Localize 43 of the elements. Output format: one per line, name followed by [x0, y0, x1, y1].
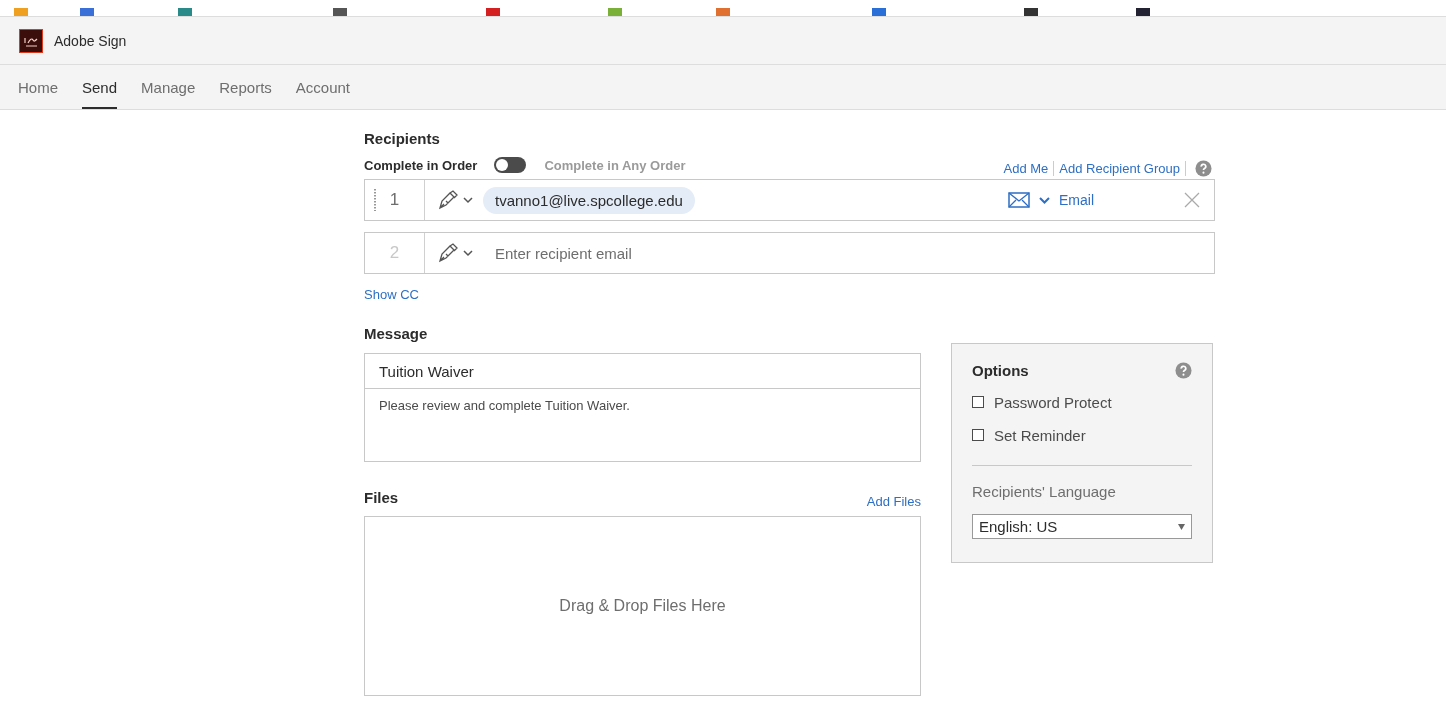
caret-icon[interactable] — [463, 196, 473, 204]
caret-icon[interactable] — [463, 249, 473, 257]
add-files-link[interactable]: Add Files — [866, 494, 921, 509]
nav-tab[interactable]: Manage — [141, 65, 196, 109]
section-heading: Files — [364, 489, 399, 508]
show-cc-link[interactable]: Show CC — [364, 287, 419, 302]
nav-tab[interactable]: Reports — [219, 65, 272, 109]
toggle-label: Complete in Any Order — [544, 157, 686, 173]
pen-icon[interactable] — [437, 190, 459, 210]
nav-tab[interactable]: Home — [18, 65, 58, 109]
row-number: 1 — [389, 190, 400, 210]
message-box[interactable]: Tuition Waiver Please review and complete Tuition Waiver. — [364, 353, 921, 462]
app-logo-icon — [19, 28, 43, 53]
help-icon[interactable] — [1175, 362, 1192, 379]
app-title: Adobe Sign — [54, 32, 127, 49]
delivery-method[interactable]: Email — [1059, 192, 1094, 208]
recipient-chip[interactable]: tvanno1@live.spcollege.edu — [483, 186, 695, 214]
drop-zone-text: Drag & Drop Files Here — [559, 597, 726, 615]
drag-handle-icon[interactable] — [374, 189, 376, 211]
section-heading: Recipients — [364, 130, 441, 149]
link[interactable]: Add Me — [1003, 160, 1055, 176]
toggle-switch[interactable] — [494, 157, 527, 173]
panel-heading: Options — [972, 362, 1029, 379]
help-icon[interactable] — [1195, 159, 1212, 177]
nav-tab[interactable]: Send — [82, 65, 118, 109]
envelope-icon[interactable] — [1008, 192, 1030, 208]
recipient-email-field[interactable]: Enter recipient email — [483, 234, 1214, 272]
file-drop-zone[interactable]: Drag & Drop Files Here — [364, 516, 921, 696]
recipient-row[interactable]: 1 tvanno1@live.spcollege.edu Email — [364, 179, 1215, 221]
checkbox[interactable] — [972, 429, 984, 441]
checkbox-label: Password Protect — [994, 393, 1112, 411]
link[interactable]: Add Recipient Group — [1054, 160, 1186, 176]
field-label: Recipients' Language — [972, 483, 1117, 500]
checkbox[interactable] — [972, 396, 984, 408]
language-dropdown[interactable]: English: US — [972, 514, 1192, 539]
pen-icon[interactable] — [437, 243, 459, 263]
caret-icon[interactable] — [1178, 523, 1185, 530]
caret-icon[interactable] — [1039, 196, 1050, 204]
checkbox-label: Set Reminder — [994, 426, 1086, 444]
section-heading: Message — [364, 325, 429, 344]
toggle-label: Complete in Order — [364, 157, 478, 173]
nav-tab[interactable]: Account — [295, 65, 350, 109]
close-icon[interactable] — [1184, 192, 1200, 208]
